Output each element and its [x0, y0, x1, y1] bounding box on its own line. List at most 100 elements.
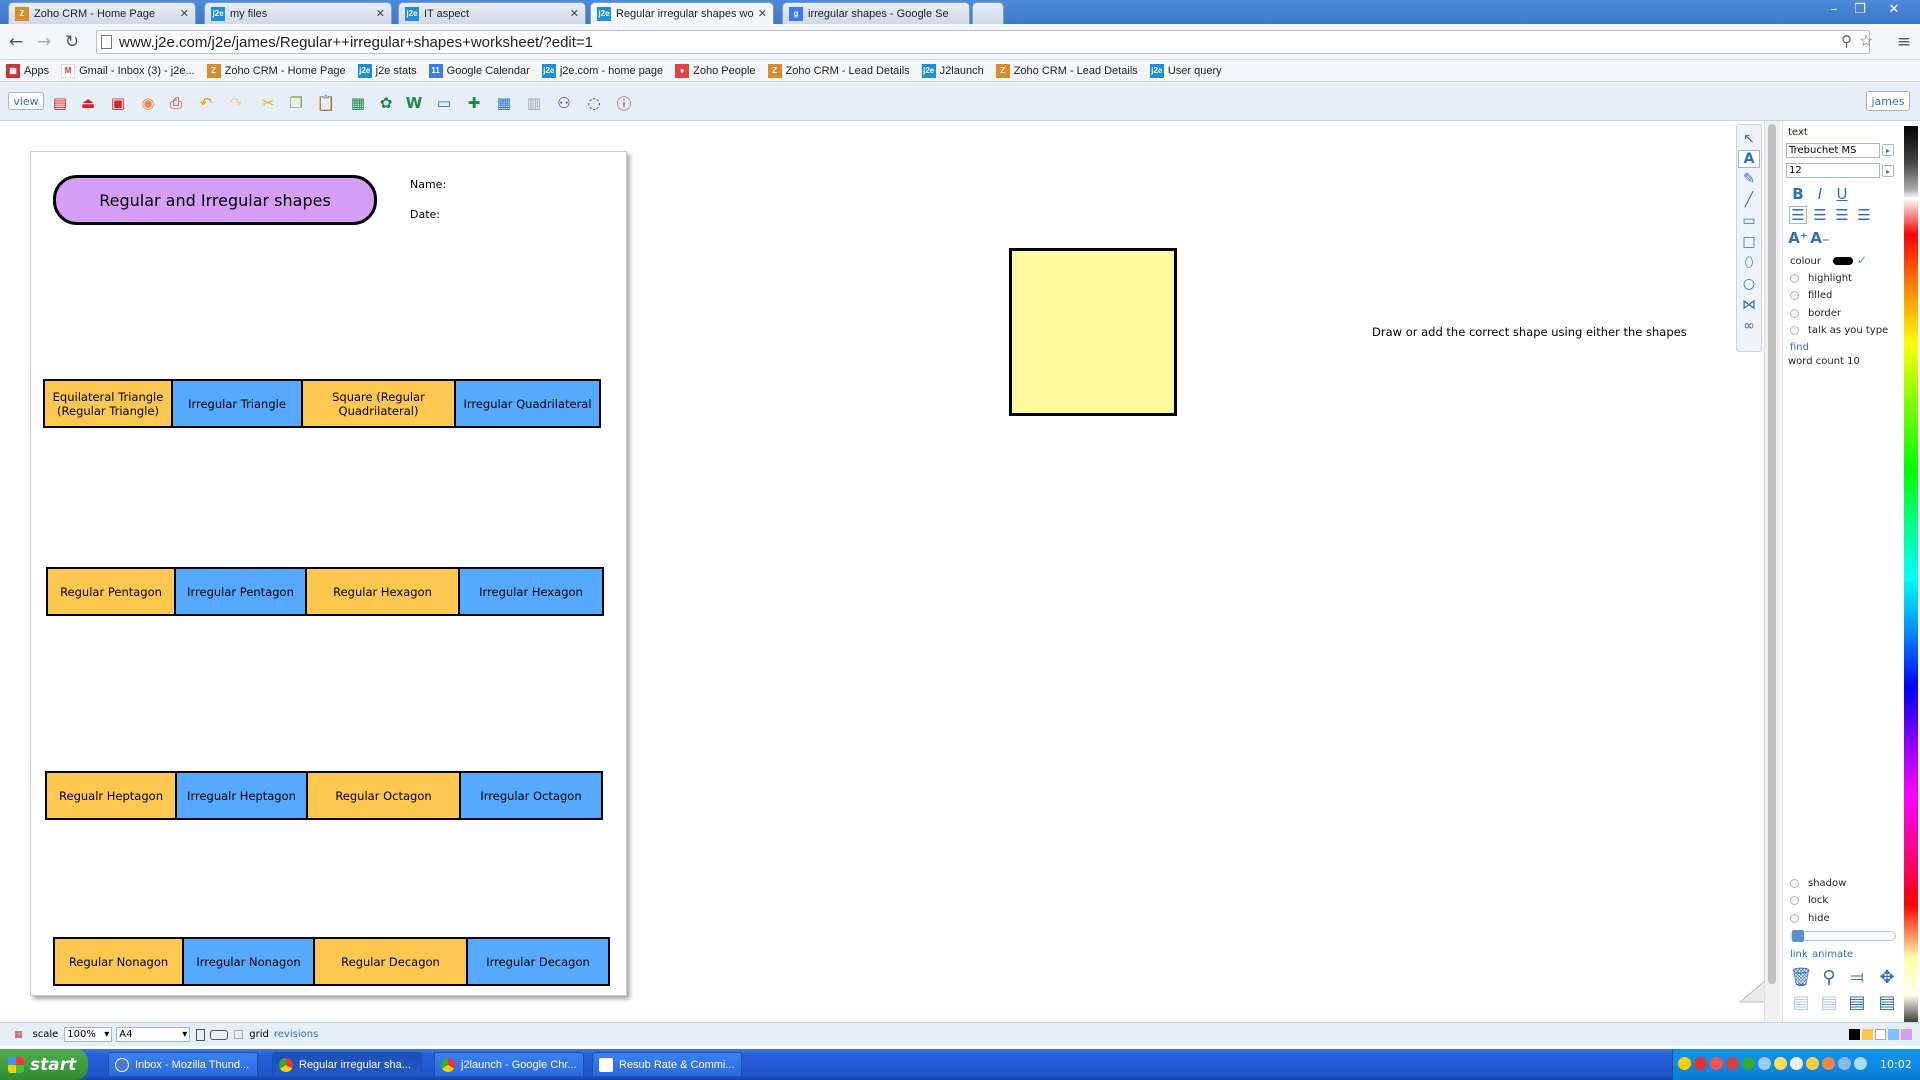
antivirus-icon[interactable] — [1694, 1057, 1707, 1070]
shape-label-cell[interactable]: Irregular Hexagon — [460, 569, 602, 614]
shape-label-cell[interactable]: Irregular Nonagon — [184, 939, 315, 984]
landscape-icon[interactable] — [210, 1029, 229, 1040]
bookmark-user-query[interactable]: j2e User query — [1149, 63, 1222, 78]
size-dropdown-icon[interactable]: ▸ — [1882, 165, 1894, 177]
align-left-icon[interactable]: ☰ — [1789, 206, 1807, 224]
grid-checkbox[interactable] — [234, 1030, 244, 1039]
circle-icon[interactable]: ○ — [1738, 275, 1760, 293]
align-center-icon[interactable]: ☰ — [1811, 206, 1829, 224]
swatch-purple[interactable] — [1901, 1029, 1912, 1040]
forward-icon[interactable]: → — [34, 32, 54, 52]
redo-icon[interactable]: ↷ — [226, 93, 246, 113]
align-right-icon[interactable]: ☰ — [1833, 206, 1851, 224]
clipart-icon[interactable]: ✿ — [376, 93, 396, 113]
undo-icon[interactable]: ↶ — [196, 93, 216, 113]
bookmark-zoho-people[interactable]: ● Zoho People — [675, 63, 756, 78]
link-link[interactable]: link — [1790, 949, 1808, 960]
bookmark-apps[interactable]: ▦ Apps — [6, 63, 49, 78]
bring-forward-icon[interactable]: ▤ — [1790, 991, 1812, 1013]
warning-icon[interactable] — [1806, 1057, 1819, 1070]
swatch-blue[interactable] — [1888, 1029, 1899, 1040]
menu-icon[interactable]: ≡ — [1894, 32, 1914, 52]
shield-icon[interactable] — [1678, 1057, 1691, 1070]
view-button[interactable]: view — [8, 92, 44, 110]
text-tool-icon[interactable]: A — [1738, 150, 1760, 168]
swatch-white[interactable] — [1875, 1029, 1886, 1040]
date-label[interactable]: Date: — [410, 208, 440, 221]
border-checkbox[interactable]: border — [1790, 308, 1841, 319]
print-icon[interactable]: ⎙ — [166, 93, 186, 113]
shape-label-cell[interactable]: Irregular Triangle — [173, 381, 303, 426]
tab-it-aspect[interactable]: j2e IT aspect ✕ — [398, 2, 586, 24]
colour-spectrum[interactable] — [1904, 126, 1918, 1031]
shape-label-cell[interactable]: Irregualr Heptagon — [177, 773, 308, 818]
tab-regular-irregular-shapes[interactable]: j2e Regular irregular shapes wor ✕ — [590, 2, 774, 24]
filled-checkbox[interactable]: filled — [1790, 290, 1832, 301]
polygon-icon[interactable]: ⋈ — [1738, 296, 1760, 314]
new-tab-button[interactable] — [972, 2, 1004, 24]
search-icon[interactable]: ⚲ — [1841, 32, 1852, 50]
colour-swatch[interactable] — [1833, 257, 1853, 265]
italic-icon[interactable]: I — [1811, 185, 1829, 203]
send-backward-icon[interactable]: ▤ — [1818, 991, 1840, 1013]
bookmark-j2e-stats[interactable]: j2e j2e stats — [357, 63, 417, 78]
underline-icon[interactable]: U — [1833, 185, 1851, 203]
close-icon[interactable]: ✕ — [180, 7, 189, 20]
taskbar-item-resub-rate[interactable]: Resub Rate & Commi... — [592, 1052, 742, 1077]
bookmark-j2launch[interactable]: j2e J2launch — [921, 63, 984, 78]
shape-label-cell[interactable]: Irregular Pentagon — [176, 569, 307, 614]
animate-link[interactable]: animate — [1812, 949, 1853, 960]
update-icon[interactable] — [1726, 1057, 1739, 1070]
minimize-icon[interactable]: – — [1822, 0, 1846, 18]
shape-label-cell[interactable]: Irregular Quadrilateral — [456, 381, 599, 426]
paste-icon[interactable]: 📋 — [316, 93, 336, 113]
shape-label-cell[interactable]: Regular Pentagon — [48, 569, 176, 614]
cut-icon[interactable]: ✂ — [258, 93, 278, 113]
shape-label-cell[interactable]: Equilateral Triangle (Regular Triangle) — [45, 381, 173, 426]
page-size-select[interactable]: A4 ▾ — [116, 1027, 191, 1042]
close-icon[interactable]: ✕ — [376, 7, 385, 20]
tab-my-files[interactable]: j2e my files ✕ — [204, 2, 392, 24]
delete-bin-icon[interactable]: 🗑 — [1790, 966, 1813, 988]
highlight-checkbox[interactable]: highlight — [1790, 273, 1852, 284]
copy-icon[interactable]: ❐ — [286, 93, 306, 113]
square-icon[interactable]: □ — [1738, 233, 1760, 251]
address-bar[interactable]: www.j2e.com/j2e/james/Regular++irregular… — [96, 30, 1873, 54]
word-art-icon[interactable]: W — [404, 93, 424, 113]
security-icon[interactable] — [1742, 1057, 1755, 1070]
window-close-icon[interactable]: ✕ — [1874, 0, 1914, 18]
swatch-yellow[interactable] — [1862, 1029, 1873, 1040]
shape-label-cell[interactable]: Regular Decagon — [315, 939, 468, 984]
sync-icon[interactable] — [1758, 1057, 1771, 1070]
bring-to-front-icon[interactable]: ▤ — [1846, 991, 1868, 1013]
user-button[interactable]: james — [1866, 91, 1910, 111]
pencil-icon[interactable]: ✎ — [1738, 170, 1760, 188]
shape-label-cell[interactable]: Regular Octagon — [308, 773, 461, 818]
start-button[interactable]: start — [0, 1049, 88, 1080]
info-icon[interactable]: ⓘ — [614, 93, 634, 113]
app-tray-icon[interactable] — [1822, 1057, 1835, 1070]
taskbar-item-thunderbird[interactable]: Inbox - Mozilla Thund... — [108, 1052, 258, 1077]
line-icon[interactable]: ╱ — [1738, 191, 1760, 209]
justify-icon[interactable]: ☰ — [1855, 206, 1873, 224]
open-folder-icon[interactable]: ⏏ — [78, 93, 98, 113]
link-shape-icon[interactable]: ∞ — [1738, 317, 1760, 335]
find-link[interactable]: find — [1790, 342, 1809, 353]
select-arrow-icon[interactable]: ↖ — [1738, 130, 1760, 148]
reload-icon[interactable]: ↻ — [62, 32, 82, 52]
taskbar-item-regular-irregular[interactable]: Regular irregular sha... — [272, 1052, 422, 1077]
rectangle-icon[interactable]: ▭ — [1738, 212, 1760, 230]
bookmark-zoho-lead-details[interactable]: Z Zoho CRM - Lead Details — [767, 63, 910, 78]
zoom-icon[interactable]: ⚲ — [1818, 966, 1840, 988]
move-icon[interactable]: ✥ — [1876, 966, 1898, 988]
network-icon[interactable] — [1710, 1057, 1723, 1070]
font-size-input[interactable]: 12 — [1786, 163, 1880, 178]
lock-checkbox[interactable]: lock — [1790, 895, 1828, 906]
save-icon[interactable]: ▣ — [108, 93, 128, 113]
talk-as-you-type-checkbox[interactable]: talk as you type — [1790, 325, 1888, 336]
hide-checkbox[interactable]: hide — [1790, 913, 1830, 924]
instruction-text[interactable]: Draw or add the correct shape using eith… — [1372, 325, 1687, 339]
speech-bubble-icon[interactable]: ◌ — [584, 93, 604, 113]
image-icon[interactable]: ▦ — [348, 93, 368, 113]
worksheet-title[interactable]: Regular and Irregular shapes — [53, 175, 377, 225]
